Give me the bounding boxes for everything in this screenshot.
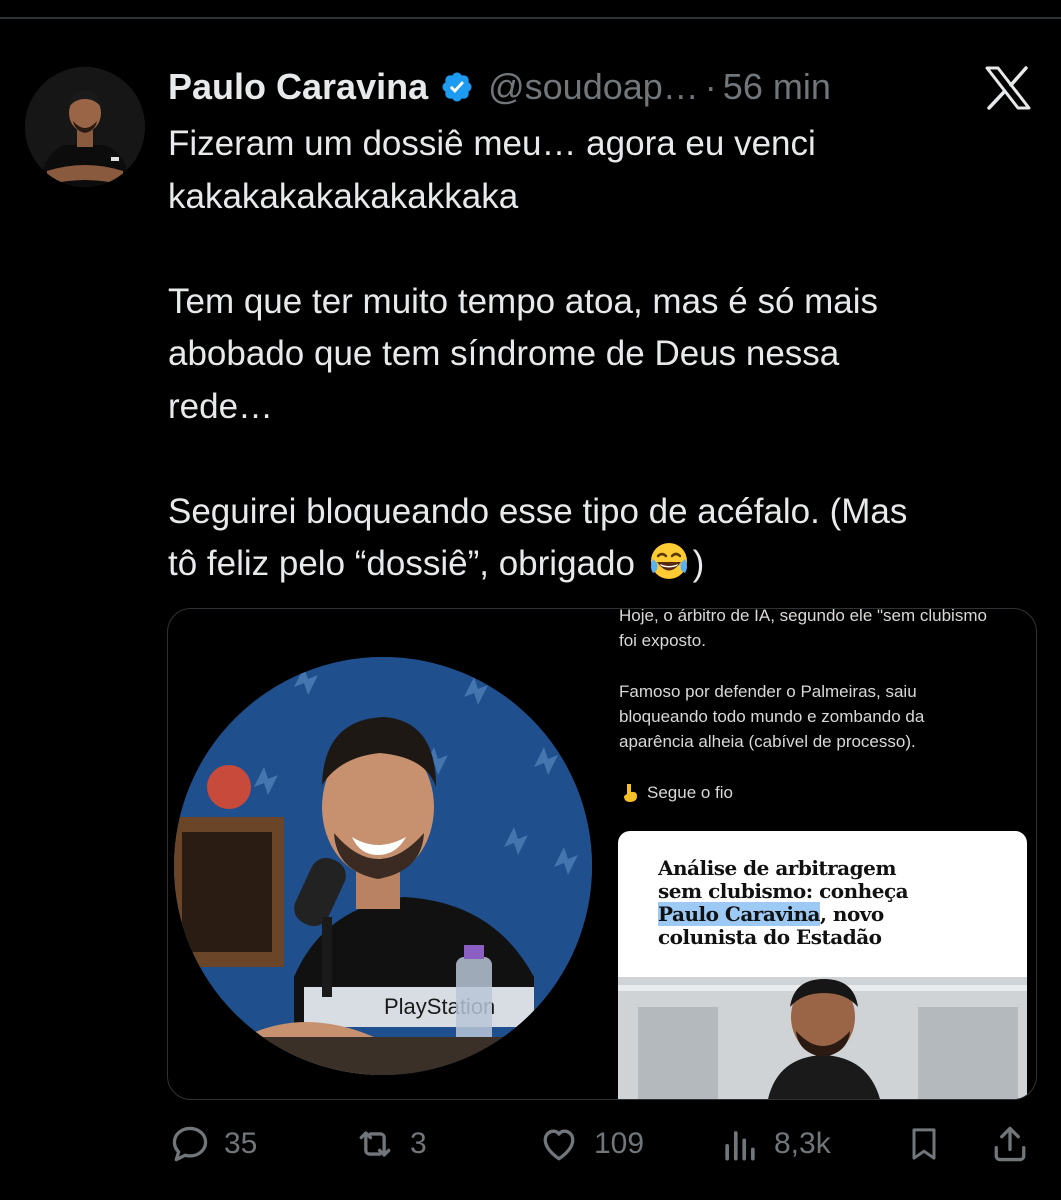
author-avatar[interactable]	[25, 67, 145, 187]
screenshot-line: aparência alheia (cabível de processo).	[619, 732, 916, 751]
analytics-icon	[725, 1131, 755, 1161]
tweet-line: Seguirei bloqueando esse tipo de acéfalo…	[168, 491, 908, 531]
author-name[interactable]: Paulo Caravina	[168, 66, 428, 108]
dossier-screenshot: Hoje, o árbitro de IA, segundo ele "sem …	[617, 609, 1036, 1099]
screenshot-line: foi exposto.	[619, 631, 706, 650]
heart-icon	[543, 1129, 575, 1161]
headline-line: Paulo Caravina, novo	[658, 902, 998, 926]
retweet-count: 3	[410, 1127, 427, 1160]
headline-line: sem clubismo: conheça	[658, 879, 909, 903]
pointing-down-emoji-icon	[619, 782, 641, 804]
separator-dot: ·	[704, 66, 717, 107]
podcast-photo-art: PlayStation	[174, 657, 592, 1075]
share-icon	[994, 1126, 1026, 1162]
segue-o-fio-text: Segue o fio	[647, 783, 734, 802]
retweet-button[interactable]: 3	[352, 1118, 427, 1170]
tweet-line: Fizeram um dossiê meu… agora eu venci	[168, 124, 816, 163]
tweet-line: kakakakakakakakkaka	[168, 176, 519, 216]
retweet-icon	[359, 1131, 391, 1157]
bookmark-button[interactable]	[904, 1118, 944, 1170]
tweet-actions: 35 3 109 8,3k	[0, 1118, 1061, 1170]
screenshot-line: Famoso por defender o Palmeiras, saiu	[619, 682, 917, 701]
highlighted-name: Paulo Caravina	[658, 902, 821, 926]
verified-badge-icon	[440, 70, 474, 104]
bookmark-icon	[912, 1128, 936, 1160]
top-divider	[0, 17, 1061, 19]
tweet-header: Paulo Caravina @soudoap… · 56 min	[168, 62, 831, 112]
tweet-text: Fizeram um dossiê meu… agora eu venci ka…	[168, 118, 1038, 591]
tweet-line-text: tô feliz pelo “dossiê”, obrigado	[168, 544, 635, 583]
avatar-portrait	[25, 67, 145, 187]
views-button[interactable]: 8,3k	[718, 1118, 831, 1170]
view-count: 8,3k	[774, 1127, 831, 1160]
x-logo-icon[interactable]	[984, 66, 1032, 110]
tweet-line-end: )	[692, 544, 705, 583]
tweet-line-with-emoji: tô feliz pelo “dossiê”, obrigado )	[168, 538, 1038, 591]
reply-button[interactable]: 35	[168, 1118, 257, 1170]
article-headline: Análise de arbitragem sem clubismo: conh…	[658, 857, 998, 949]
tweet-line: abobado que tem síndrome de Deus nessa	[168, 334, 840, 373]
like-button[interactable]: 109	[536, 1118, 644, 1170]
headline-line-rest: , novo	[820, 902, 884, 926]
author-handle[interactable]: @soudoap…	[488, 66, 699, 108]
share-button[interactable]	[988, 1118, 1032, 1170]
tears-of-joy-emoji-icon	[647, 539, 691, 583]
tweet-line: Tem que ter muito tempo atoa, mas é só m…	[168, 281, 879, 321]
article-card: Análise de arbitragem sem clubismo: conh…	[618, 831, 1027, 1099]
tweet-line: rede…	[168, 386, 274, 426]
reply-icon	[172, 1126, 208, 1162]
headline-line: colunista do Estadão	[658, 925, 882, 949]
segue-o-fio-line: Segue o fio	[619, 780, 733, 805]
article-photo	[618, 977, 1027, 1099]
headline-line: Análise de arbitragem	[658, 856, 897, 880]
tweet-media[interactable]: PlayStation Hoje, o árbitro de IA, segun…	[167, 608, 1037, 1100]
screenshot-line: Hoje, o árbitro de IA, segundo ele "sem …	[619, 608, 987, 625]
podcast-photo: PlayStation	[174, 657, 592, 1075]
like-count: 109	[594, 1127, 645, 1160]
reply-count: 35	[224, 1127, 258, 1160]
screenshot-line: bloqueando todo mundo e zombando da	[619, 707, 925, 726]
tweet-timestamp[interactable]: 56 min	[723, 66, 831, 108]
